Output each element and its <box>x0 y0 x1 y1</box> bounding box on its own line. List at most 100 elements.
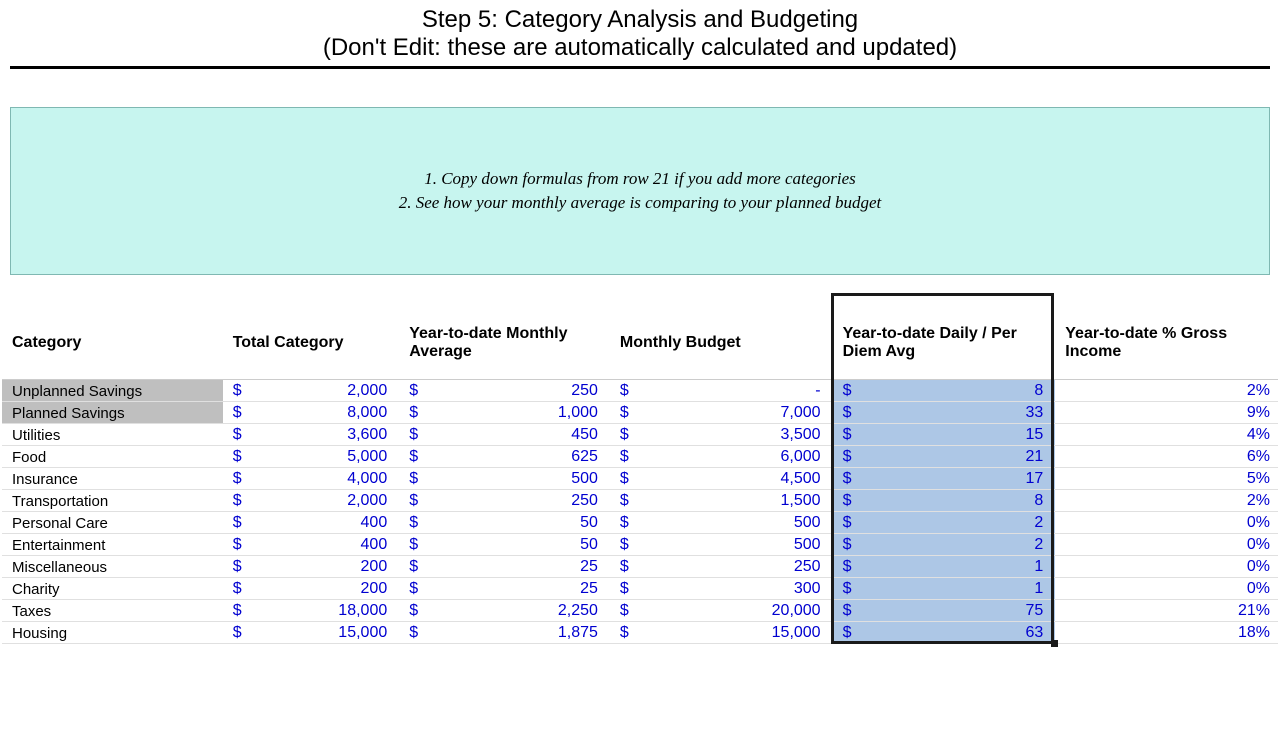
cell-per-diem[interactable]: $2 <box>833 534 1056 556</box>
cell-ytd-monthly[interactable]: $250 <box>399 380 610 402</box>
instruction-box: 1. Copy down formulas from row 21 if you… <box>10 107 1270 275</box>
cell-per-diem[interactable]: $63 <box>833 622 1056 644</box>
cell-per-diem[interactable]: $8 <box>833 380 1056 402</box>
cell-per-diem[interactable]: $1 <box>833 578 1056 600</box>
col-header-total[interactable]: Total Category <box>223 295 400 380</box>
cell-category[interactable]: Food <box>2 446 223 468</box>
cell-pct-gross[interactable]: 2% <box>1055 380 1278 402</box>
data-table[interactable]: Category Total Category Year-to-date Mon… <box>2 295 1278 644</box>
table-row: Unplanned Savings$2,000$250$-$82% <box>2 380 1278 402</box>
cell-per-diem[interactable]: $21 <box>833 446 1056 468</box>
cell-total[interactable]: $8,000 <box>223 402 400 424</box>
cell-pct-gross[interactable]: 2% <box>1055 490 1278 512</box>
table-row: Charity$200$25$300$10% <box>2 578 1278 600</box>
table-row: Planned Savings$8,000$1,000$7,000$339% <box>2 402 1278 424</box>
cell-monthly-budget[interactable]: $500 <box>610 534 833 556</box>
cell-total[interactable]: $5,000 <box>223 446 400 468</box>
cell-ytd-monthly[interactable]: $1,000 <box>399 402 610 424</box>
cell-category[interactable]: Insurance <box>2 468 223 490</box>
cell-monthly-budget[interactable]: $7,000 <box>610 402 833 424</box>
instruction-line-1: 1. Copy down formulas from row 21 if you… <box>424 169 856 189</box>
cell-category[interactable]: Personal Care <box>2 512 223 534</box>
cell-per-diem[interactable]: $1 <box>833 556 1056 578</box>
cell-monthly-budget[interactable]: $300 <box>610 578 833 600</box>
title-block: Step 5: Category Analysis and Budgeting … <box>0 0 1280 69</box>
cell-pct-gross[interactable]: 18% <box>1055 622 1278 644</box>
cell-per-diem[interactable]: $33 <box>833 402 1056 424</box>
cell-category[interactable]: Taxes <box>2 600 223 622</box>
cell-ytd-monthly[interactable]: $2,250 <box>399 600 610 622</box>
cell-ytd-monthly[interactable]: $250 <box>399 490 610 512</box>
cell-category[interactable]: Entertainment <box>2 534 223 556</box>
cell-total[interactable]: $200 <box>223 556 400 578</box>
cell-total[interactable]: $2,000 <box>223 380 400 402</box>
col-header-per-diem[interactable]: Year-to-date Daily / Per Diem Avg <box>833 295 1056 380</box>
cell-per-diem[interactable]: $75 <box>833 600 1056 622</box>
cell-category[interactable]: Transportation <box>2 490 223 512</box>
cell-monthly-budget[interactable]: $4,500 <box>610 468 833 490</box>
cell-pct-gross[interactable]: 0% <box>1055 512 1278 534</box>
cell-category[interactable]: Unplanned Savings <box>2 380 223 402</box>
fill-handle[interactable] <box>1051 640 1058 647</box>
cell-category[interactable]: Charity <box>2 578 223 600</box>
cell-pct-gross[interactable]: 0% <box>1055 556 1278 578</box>
table-row: Transportation$2,000$250$1,500$82% <box>2 490 1278 512</box>
cell-monthly-budget[interactable]: $15,000 <box>610 622 833 644</box>
cell-monthly-budget[interactable]: $250 <box>610 556 833 578</box>
table-row: Miscellaneous$200$25$250$10% <box>2 556 1278 578</box>
cell-per-diem[interactable]: $8 <box>833 490 1056 512</box>
cell-total[interactable]: $400 <box>223 512 400 534</box>
cell-category[interactable]: Planned Savings <box>2 402 223 424</box>
cell-pct-gross[interactable]: 9% <box>1055 402 1278 424</box>
cell-ytd-monthly[interactable]: $450 <box>399 424 610 446</box>
cell-ytd-monthly[interactable]: $1,875 <box>399 622 610 644</box>
cell-per-diem[interactable]: $15 <box>833 424 1056 446</box>
cell-pct-gross[interactable]: 6% <box>1055 446 1278 468</box>
cell-ytd-monthly[interactable]: $50 <box>399 512 610 534</box>
cell-total[interactable]: $15,000 <box>223 622 400 644</box>
cell-ytd-monthly[interactable]: $500 <box>399 468 610 490</box>
col-header-category[interactable]: Category <box>2 295 223 380</box>
cell-pct-gross[interactable]: 0% <box>1055 534 1278 556</box>
cell-per-diem[interactable]: $17 <box>833 468 1056 490</box>
table-row: Housing$15,000$1,875$15,000$6318% <box>2 622 1278 644</box>
cell-monthly-budget[interactable]: $6,000 <box>610 446 833 468</box>
cell-category[interactable]: Utilities <box>2 424 223 446</box>
table-row: Taxes$18,000$2,250$20,000$7521% <box>2 600 1278 622</box>
title-line-2: (Don't Edit: these are automatically cal… <box>0 34 1280 62</box>
table-row: Utilities$3,600$450$3,500$154% <box>2 424 1278 446</box>
cell-per-diem[interactable]: $2 <box>833 512 1056 534</box>
cell-monthly-budget[interactable]: $1,500 <box>610 490 833 512</box>
cell-ytd-monthly[interactable]: $25 <box>399 556 610 578</box>
cell-pct-gross[interactable]: 21% <box>1055 600 1278 622</box>
cell-category[interactable]: Miscellaneous <box>2 556 223 578</box>
cell-pct-gross[interactable]: 4% <box>1055 424 1278 446</box>
cell-total[interactable]: $18,000 <box>223 600 400 622</box>
cell-total[interactable]: $3,600 <box>223 424 400 446</box>
table-body: Unplanned Savings$2,000$250$-$82%Planned… <box>2 380 1278 644</box>
cell-monthly-budget[interactable]: $3,500 <box>610 424 833 446</box>
col-header-monthly-budget[interactable]: Monthly Budget <box>610 295 833 380</box>
cell-total[interactable]: $400 <box>223 534 400 556</box>
cell-pct-gross[interactable]: 5% <box>1055 468 1278 490</box>
data-table-wrap: Category Total Category Year-to-date Mon… <box>0 295 1280 644</box>
cell-monthly-budget[interactable]: $- <box>610 380 833 402</box>
table-row: Entertainment$400$50$500$20% <box>2 534 1278 556</box>
cell-monthly-budget[interactable]: $500 <box>610 512 833 534</box>
cell-category[interactable]: Housing <box>2 622 223 644</box>
cell-pct-gross[interactable]: 0% <box>1055 578 1278 600</box>
cell-total[interactable]: $2,000 <box>223 490 400 512</box>
cell-monthly-budget[interactable]: $20,000 <box>610 600 833 622</box>
col-header-pct-gross[interactable]: Year-to-date % Gross Income <box>1055 295 1278 380</box>
col-header-ytd-monthly[interactable]: Year-to-date Monthly Average <box>399 295 610 380</box>
cell-ytd-monthly[interactable]: $625 <box>399 446 610 468</box>
cell-total[interactable]: $4,000 <box>223 468 400 490</box>
title-underline <box>10 66 1270 69</box>
table-row: Personal Care$400$50$500$20% <box>2 512 1278 534</box>
instruction-line-2: 2. See how your monthly average is compa… <box>399 193 882 213</box>
header-row: Category Total Category Year-to-date Mon… <box>2 295 1278 380</box>
title-line-1: Step 5: Category Analysis and Budgeting <box>0 6 1280 34</box>
cell-ytd-monthly[interactable]: $25 <box>399 578 610 600</box>
cell-total[interactable]: $200 <box>223 578 400 600</box>
cell-ytd-monthly[interactable]: $50 <box>399 534 610 556</box>
